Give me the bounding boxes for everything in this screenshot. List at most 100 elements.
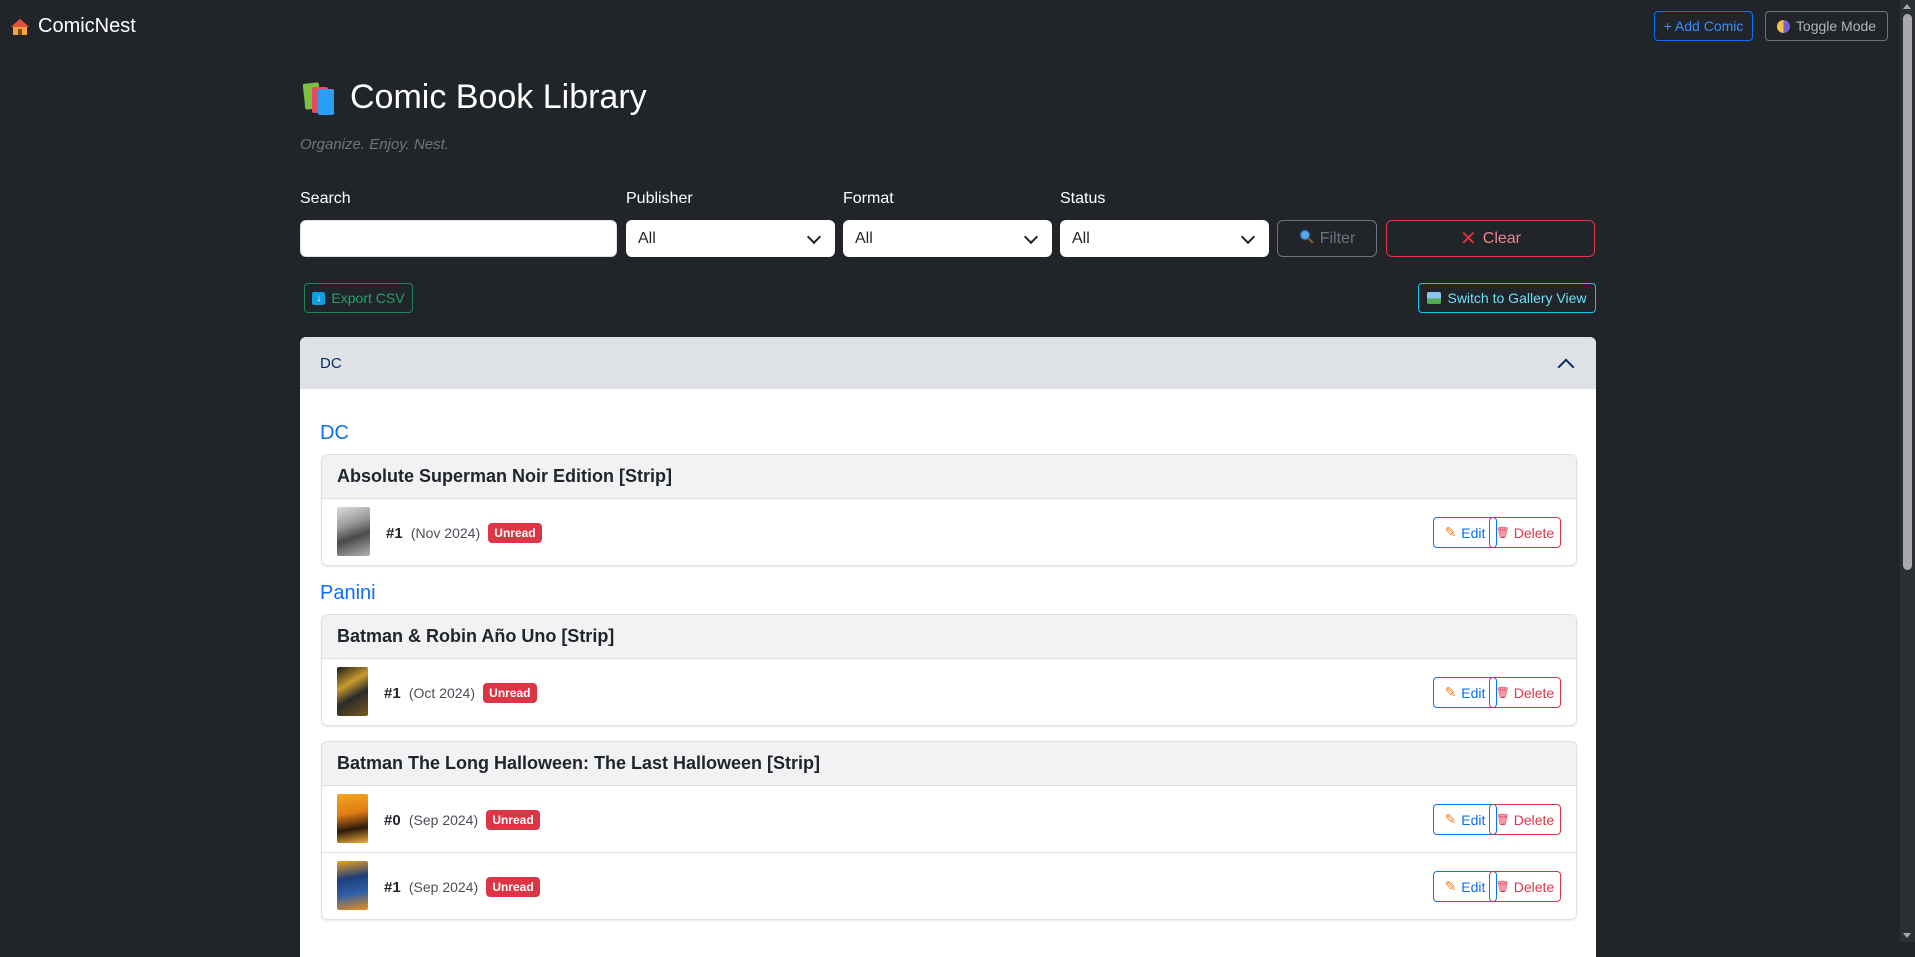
publisher-label: Publisher — [626, 190, 693, 207]
issue-info: #0 (Sep 2024) Unread — [384, 810, 540, 830]
gallery-view-label: Switch to Gallery View — [1447, 290, 1587, 306]
issue-row: #1 (Nov 2024) Unread ✎ Edit 🗑 Delete — [322, 499, 1576, 565]
pencil-icon: ✎ — [1444, 811, 1457, 827]
delete-button[interactable]: 🗑 Delete — [1489, 871, 1561, 902]
edit-button[interactable]: ✎ Edit — [1433, 517, 1497, 548]
clear-button[interactable]: ✕ Clear — [1386, 220, 1595, 257]
edit-button-label: Edit — [1461, 684, 1486, 701]
export-csv-label: Export CSV — [331, 290, 405, 306]
chevron-up-icon[interactable] — [1557, 358, 1575, 376]
trash-icon: 🗑 — [1495, 527, 1510, 539]
publisher-heading: Panini — [320, 582, 376, 604]
page-subtitle: Organize. Enjoy. Nest. — [300, 136, 449, 153]
books-icon — [300, 81, 336, 115]
toggle-mode-button[interactable]: Toggle Mode — [1765, 11, 1888, 41]
status-badge: Unread — [486, 877, 540, 897]
page-scrollbar[interactable] — [1900, 0, 1915, 942]
page-title: Comic Book Library — [300, 78, 647, 117]
clear-button-label: Clear — [1482, 229, 1521, 247]
issue-row: #0 (Sep 2024) Unread ✎ Edit 🗑 Delete — [322, 786, 1576, 852]
filter-button[interactable]: Filter — [1277, 220, 1377, 257]
series-header: Batman & Robin Año Uno [Strip] — [322, 615, 1576, 659]
issue-info: #1 (Oct 2024) Unread — [384, 683, 537, 703]
delete-button[interactable]: 🗑 Delete — [1489, 517, 1561, 548]
issue-date: (Oct 2024) — [408, 685, 475, 701]
theme-icon — [1776, 19, 1790, 33]
series-card: Batman & Robin Año Uno [Strip] #1 (Oct 2… — [321, 614, 1577, 726]
scroll-down-icon[interactable] — [1903, 933, 1911, 938]
search-input[interactable] — [300, 220, 617, 257]
status-label: Status — [1060, 190, 1106, 207]
issue-date: (Sep 2024) — [408, 879, 479, 895]
status-select[interactable]: All — [1060, 220, 1269, 257]
status-select-value: All — [1072, 229, 1090, 247]
status-badge: Unread — [486, 810, 540, 830]
format-select[interactable]: All — [843, 220, 1052, 257]
chevron-down-icon — [806, 229, 822, 245]
accordion-header[interactable]: DC — [300, 337, 1596, 389]
chevron-down-icon — [1023, 229, 1039, 245]
magnifier-icon — [1299, 229, 1314, 249]
delete-button[interactable]: 🗑 Delete — [1489, 677, 1561, 708]
series-title: Batman The Long Halloween: The Last Hall… — [337, 753, 821, 773]
gallery-view-button[interactable]: Switch to Gallery View — [1418, 283, 1596, 313]
delete-button-label: Delete — [1513, 811, 1555, 828]
issue-date: (Nov 2024) — [410, 525, 481, 541]
filter-button-label: Filter — [1319, 229, 1356, 247]
search-label: Search — [300, 190, 351, 207]
status-badge: Unread — [488, 523, 542, 543]
house-icon — [10, 17, 30, 37]
toggle-mode-label: Toggle Mode — [1795, 18, 1877, 34]
scroll-up-icon[interactable] — [1903, 4, 1911, 9]
navbar: ComicNest + Add Comic Toggle Mode — [0, 0, 1900, 54]
delete-button-label: Delete — [1513, 524, 1555, 541]
edit-button-label: Edit — [1461, 878, 1486, 895]
pencil-icon: ✎ — [1444, 524, 1457, 540]
chevron-down-icon — [1240, 229, 1256, 245]
edit-button-label: Edit — [1461, 524, 1486, 541]
picture-icon — [1427, 292, 1442, 304]
issue-number: #1 — [384, 879, 401, 896]
edit-button[interactable]: ✎ Edit — [1433, 677, 1497, 708]
trash-icon: 🗑 — [1495, 881, 1510, 893]
issue-date: (Sep 2024) — [408, 812, 479, 828]
series-header: Absolute Superman Noir Edition [Strip] — [322, 455, 1576, 499]
accordion-header-label: DC — [320, 355, 342, 372]
add-comic-button[interactable]: + Add Comic — [1654, 11, 1753, 41]
publisher-accordion: DC DC Absolute Superman Noir Edition [St… — [300, 337, 1596, 957]
pencil-icon: ✎ — [1444, 684, 1457, 700]
issue-info: #1 (Nov 2024) Unread — [386, 523, 542, 543]
cover-thumbnail[interactable] — [337, 861, 368, 910]
publisher-select-value: All — [638, 229, 656, 247]
scrollbar-thumb[interactable] — [1903, 14, 1912, 570]
issue-number: #1 — [384, 685, 401, 702]
brand-name: ComicNest — [38, 15, 136, 37]
trash-icon: 🗑 — [1495, 687, 1510, 699]
download-icon: ↓ — [312, 291, 326, 305]
cover-thumbnail[interactable] — [337, 794, 368, 843]
edit-button[interactable]: ✎ Edit — [1433, 804, 1497, 835]
brand-link[interactable]: ComicNest — [10, 15, 136, 38]
series-card: Absolute Superman Noir Edition [Strip] #… — [321, 454, 1577, 566]
cover-thumbnail[interactable] — [337, 507, 370, 556]
issue-number: #1 — [386, 525, 403, 542]
cover-thumbnail[interactable] — [337, 667, 368, 716]
series-title: Absolute Superman Noir Edition [Strip] — [337, 466, 673, 486]
issue-info: #1 (Sep 2024) Unread — [384, 877, 540, 897]
publisher-heading: DC — [320, 422, 349, 444]
delete-button[interactable]: 🗑 Delete — [1489, 804, 1561, 835]
edit-button[interactable]: ✎ Edit — [1433, 871, 1497, 902]
export-csv-button[interactable]: ↓ Export CSV — [304, 283, 413, 313]
series-card: Batman The Long Halloween: The Last Hall… — [321, 741, 1577, 920]
close-icon: ✕ — [1460, 228, 1477, 250]
delete-button-label: Delete — [1513, 878, 1555, 895]
issue-row: #1 (Oct 2024) Unread ✎ Edit 🗑 Delete — [322, 659, 1576, 725]
format-select-value: All — [855, 229, 873, 247]
publisher-select[interactable]: All — [626, 220, 835, 257]
delete-button-label: Delete — [1513, 684, 1555, 701]
series-header: Batman The Long Halloween: The Last Hall… — [322, 742, 1576, 786]
page-title-text: Comic Book Library — [350, 78, 647, 116]
pencil-icon: ✎ — [1444, 878, 1457, 894]
issue-number: #0 — [384, 812, 401, 829]
issue-row: #1 (Sep 2024) Unread ✎ Edit 🗑 Delete — [322, 852, 1576, 919]
